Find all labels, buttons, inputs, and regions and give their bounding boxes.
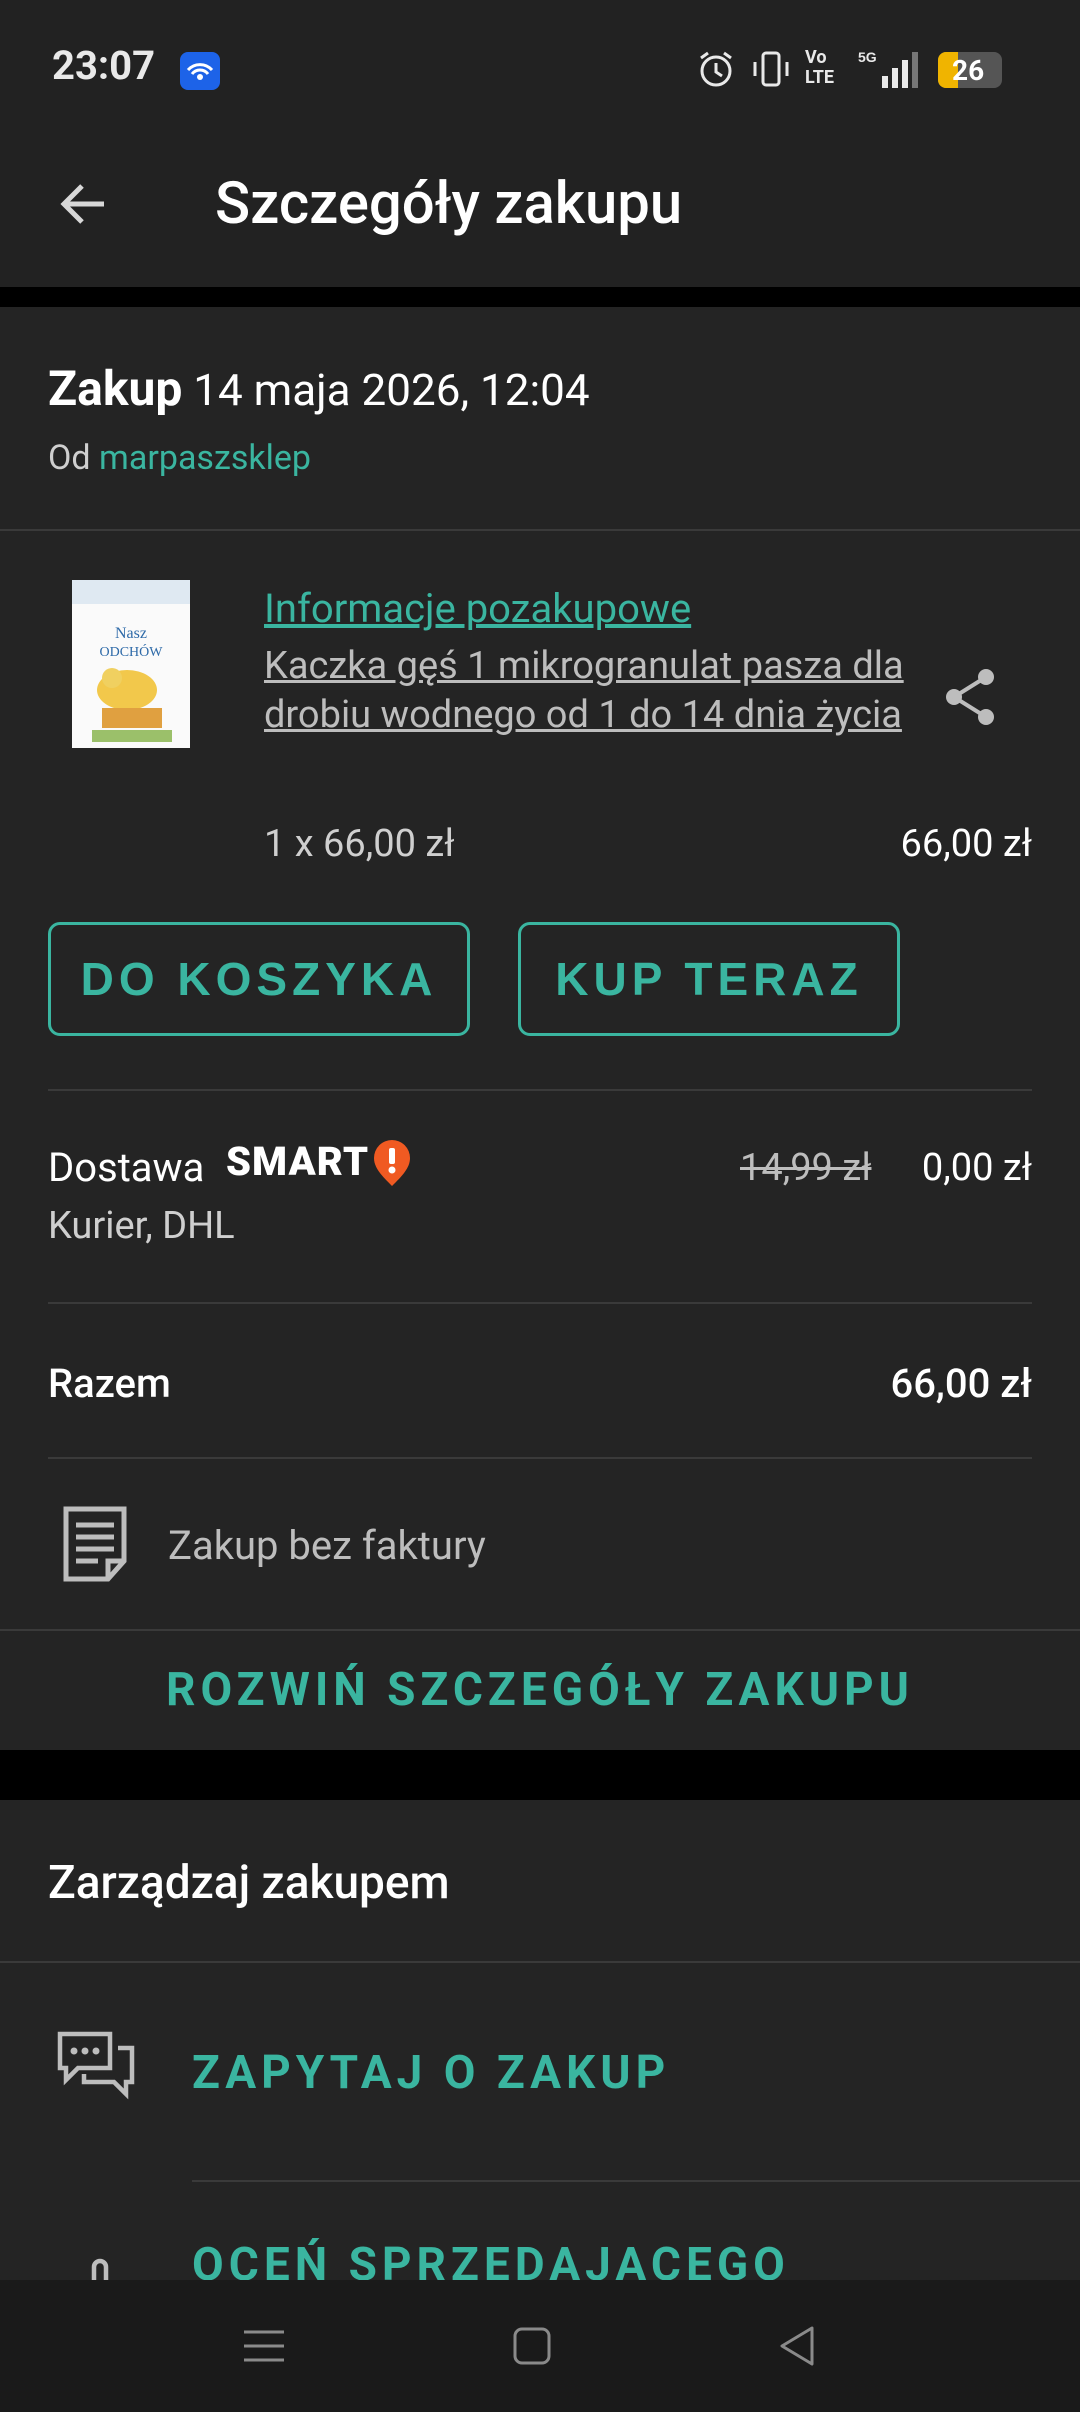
smart-logo: SMART: [226, 1138, 370, 1185]
page-title: Szczegóły zakupu: [215, 170, 683, 238]
from-label: Od: [48, 438, 91, 478]
share-icon[interactable]: [940, 665, 1000, 729]
svg-text:5G: 5G: [858, 49, 877, 65]
alarm-icon: [695, 48, 737, 94]
ask-about-purchase-button[interactable]: ZAPYTAJ O ZAKUP: [192, 2046, 670, 2100]
volte-icon: Vo LTE: [805, 47, 835, 88]
delivery-label: Dostawa: [48, 1144, 205, 1191]
back-arrow-icon[interactable]: [56, 176, 112, 232]
post-purchase-info-link[interactable]: Informacje pozakupowe: [264, 585, 691, 632]
purchase-label: Zakup: [48, 360, 183, 417]
seller-line: Od marpaszsklep: [48, 438, 311, 478]
document-icon: [60, 1505, 130, 1583]
divider: [192, 2180, 1080, 2182]
svg-text:Nasz: Nasz: [115, 625, 147, 642]
divider: [0, 529, 1080, 531]
status-time: 23:07: [52, 42, 156, 89]
add-to-cart-button[interactable]: DO KOSZYKA: [48, 922, 470, 1036]
menu-icon[interactable]: [238, 2320, 290, 2372]
seller-link[interactable]: marpaszsklep: [99, 438, 311, 478]
divider: [48, 1457, 1032, 1459]
back-triangle-icon[interactable]: [772, 2320, 824, 2372]
divider: [48, 1089, 1032, 1091]
vibrate-icon: [750, 48, 792, 94]
expand-details-button[interactable]: ROZWIŃ SZCZEGÓŁY ZAKUPU: [0, 1630, 1080, 1750]
signal-5g-icon: 5G: [858, 48, 922, 94]
delivery-method: Kurier, DHL: [48, 1204, 235, 1248]
smart-badge-icon: [372, 1140, 412, 1188]
purchase-date: 14 maja 2026, 12:04: [193, 364, 590, 416]
product-thumbnail[interactable]: Nasz ODCHÓW: [72, 580, 190, 748]
battery-level: 26: [952, 54, 985, 87]
svg-text:ODCHÓW: ODCHÓW: [100, 643, 164, 660]
divider: [48, 1302, 1032, 1304]
delivery-price: 0,00 zł: [921, 1146, 1032, 1190]
item-total: 66,00 zł: [900, 822, 1032, 866]
home-icon[interactable]: [506, 2320, 558, 2372]
purchase-header: Zakup 14 maja 2026, 12:04: [48, 360, 590, 417]
delivery-old-price: 14,99 zł: [740, 1146, 872, 1190]
total-value: 66,00 zł: [890, 1360, 1032, 1407]
manage-title: Zarządzaj zakupem: [48, 1856, 450, 1910]
divider: [0, 1961, 1080, 1963]
invoice-status: Zakup bez faktury: [168, 1522, 486, 1569]
hotspot-icon: [180, 52, 220, 90]
buy-now-button[interactable]: KUP TERAZ: [518, 922, 900, 1036]
total-label: Razem: [48, 1360, 171, 1407]
battery-icon: 26: [938, 52, 1002, 88]
quantity-price: 1 x 66,00 zł: [264, 822, 455, 866]
product-name-link[interactable]: Kaczka gęś 1 mikrogranulat pasza dla dro…: [264, 642, 924, 740]
chat-icon: [56, 2030, 136, 2104]
